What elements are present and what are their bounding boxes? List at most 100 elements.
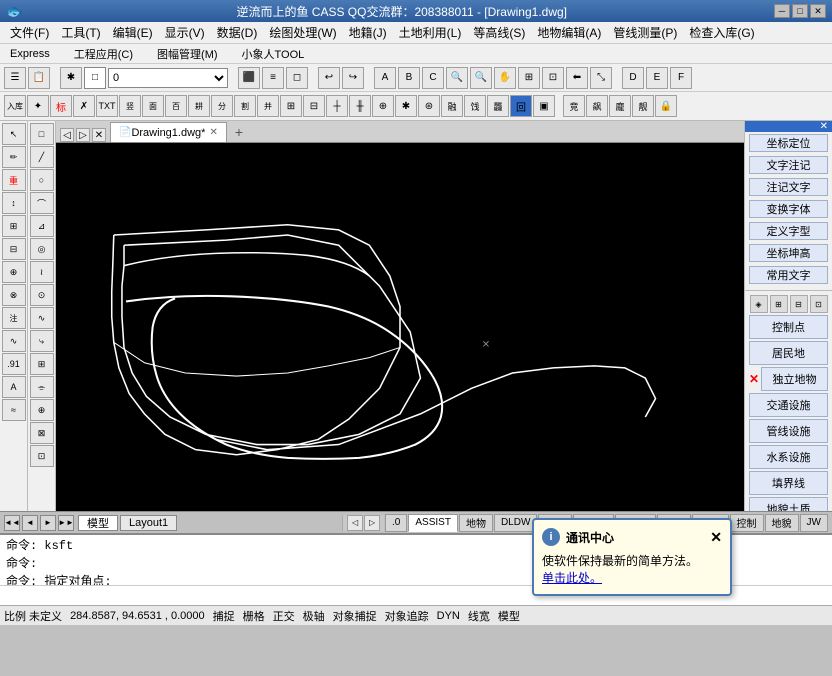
layer-select[interactable]: 0 xyxy=(108,68,228,88)
tb-btn-d[interactable]: D xyxy=(622,67,644,89)
tb2-btn-5[interactable]: 竖 xyxy=(119,95,141,117)
panel-btn2[interactable]: ▷ xyxy=(76,128,90,142)
minimize-button[interactable]: ─ xyxy=(774,4,790,18)
tb-btn-props[interactable]: 📋 xyxy=(28,67,50,89)
tb-btn-zoom-in[interactable]: 🔍 xyxy=(446,67,468,89)
tb2-btn-26[interactable]: 龐 xyxy=(609,95,631,117)
lt2-btn-15[interactable]: ⊡ xyxy=(30,445,54,467)
lt-btn-5[interactable]: ⊞ xyxy=(2,215,26,237)
notif-close-button[interactable]: ✕ xyxy=(710,530,722,544)
lt2-btn-11[interactable]: ⊞ xyxy=(30,353,54,375)
express-item-tool[interactable]: 小象人TOOL xyxy=(236,44,311,64)
rp-btn-change-font[interactable]: 变换字体 xyxy=(749,200,828,218)
rp-btn-pipeline[interactable]: 管线设施 xyxy=(749,419,828,443)
lt-btn-3[interactable]: 重 xyxy=(2,169,26,191)
rp-icon-1[interactable]: ◈ xyxy=(750,295,768,313)
tb2-btn-14[interactable]: ┼ xyxy=(326,95,348,117)
add-tab-button[interactable]: + xyxy=(229,122,249,142)
tb2-btn-16[interactable]: ⊕ xyxy=(372,95,394,117)
right-panel-close[interactable]: ✕ xyxy=(820,121,828,132)
tb2-btn-25[interactable]: 飙 xyxy=(586,95,608,117)
tool-tab-jw[interactable]: JW xyxy=(800,514,828,532)
panel-btn3[interactable]: ✕ xyxy=(92,128,106,142)
nav-next[interactable]: ► xyxy=(40,515,56,531)
tb-btn-3[interactable]: ◻ xyxy=(286,67,308,89)
rp-icon-2[interactable]: ⊞ xyxy=(770,295,788,313)
lt-btn-6[interactable]: ⊟ xyxy=(2,238,26,260)
bottom-nav-2[interactable]: ▷ xyxy=(364,515,380,531)
tb-btn-pan[interactable]: ✋ xyxy=(494,67,516,89)
lt-btn-13[interactable]: ≈ xyxy=(2,399,26,421)
status-osnap[interactable]: 对象捕捉 xyxy=(333,608,377,624)
tb2-btn-21[interactable]: 龘 xyxy=(487,95,509,117)
tool-tab-assist[interactable]: ASSIST xyxy=(408,514,458,532)
lt-btn-10[interactable]: ∿ xyxy=(2,330,26,352)
rp-btn-coord-height[interactable]: 坐标坤高 xyxy=(749,244,828,262)
rp-btn-traffic[interactable]: 交通设施 xyxy=(749,393,828,417)
tb-btn-zoom-dyn[interactable]: ⤡ xyxy=(590,67,612,89)
rp-btn-control[interactable]: 控制点 xyxy=(749,315,828,339)
tb2-btn-4[interactable]: ✗ xyxy=(73,95,95,117)
express-item-m[interactable]: 图幅管理(M) xyxy=(151,44,224,64)
lt-btn-7[interactable]: ⊕ xyxy=(2,261,26,283)
lt2-btn-7[interactable]: ≀ xyxy=(30,261,54,283)
tool-tab-dldw[interactable]: DLDW xyxy=(494,514,537,532)
close-button[interactable]: ✕ xyxy=(810,4,826,18)
rp-btn-resident[interactable]: 居民地 xyxy=(749,341,828,365)
nav-prev[interactable]: ◄ xyxy=(22,515,38,531)
tb2-btn-txt[interactable]: TXT xyxy=(96,95,118,117)
lt-btn-8[interactable]: ⊗ xyxy=(2,284,26,306)
bottom-nav-1[interactable]: ◁ xyxy=(347,515,363,531)
status-snap[interactable]: 捕捉 xyxy=(213,608,235,624)
menu-item-g[interactable]: 检查入库(G) xyxy=(683,22,760,43)
tb2-btn-23[interactable]: ▣ xyxy=(533,95,555,117)
menu-item-w[interactable]: 绘图处理(W) xyxy=(263,22,342,43)
tb-btn-c[interactable]: C xyxy=(422,67,444,89)
tb-btn-2[interactable]: ≡ xyxy=(262,67,284,89)
tb2-btn-15[interactable]: ╫ xyxy=(349,95,371,117)
nav-last[interactable]: ►► xyxy=(58,515,74,531)
lt-btn-1[interactable]: ↖ xyxy=(2,123,26,145)
rp-btn-independent[interactable]: 独立地物 xyxy=(761,367,828,391)
status-grid[interactable]: 栅格 xyxy=(243,608,265,624)
rp-icon-4[interactable]: ⊡ xyxy=(810,295,828,313)
status-polar[interactable]: 极轴 xyxy=(303,608,325,624)
express-item-c[interactable]: 工程应用(C) xyxy=(68,44,139,64)
rp-btn-boundary[interactable]: 填界线 xyxy=(749,471,828,495)
lt2-btn-5[interactable]: ⊿ xyxy=(30,215,54,237)
menu-item-l[interactable]: 土地利用(L) xyxy=(393,22,468,43)
menu-item-f[interactable]: 文件(F) xyxy=(4,22,55,43)
lt-btn-2[interactable]: ✏ xyxy=(2,146,26,168)
tb-btn-e[interactable]: E xyxy=(646,67,668,89)
tb2-btn-8[interactable]: 耕 xyxy=(188,95,210,117)
status-ortho[interactable]: 正交 xyxy=(273,608,295,624)
rp-btn-text-note[interactable]: 文字注记 xyxy=(749,156,828,174)
status-dyn[interactable]: DYN xyxy=(437,610,460,622)
tb2-btn-3[interactable]: 标 xyxy=(50,95,72,117)
tb2-btn-7[interactable]: 百 xyxy=(165,95,187,117)
tb-btn-1[interactable]: ⬛ xyxy=(238,67,260,89)
tb2-btn-22[interactable]: 回 xyxy=(510,95,532,117)
tool-tab-4[interactable]: 控制 xyxy=(730,514,764,532)
rp-btn-note-text[interactable]: 注记文字 xyxy=(749,178,828,196)
tb2-btn-10[interactable]: 割 xyxy=(234,95,256,117)
lt-btn-4[interactable]: ↕ xyxy=(2,192,26,214)
tb-btn-f[interactable]: F xyxy=(670,67,692,89)
lt2-btn-1[interactable]: □ xyxy=(30,123,54,145)
tb2-btn-9[interactable]: 分 xyxy=(211,95,233,117)
tb2-btn-1[interactable]: 入库 xyxy=(4,95,26,117)
nav-first[interactable]: ◄◄ xyxy=(4,515,20,531)
tool-tab-5[interactable]: 地貌 xyxy=(765,514,799,532)
lt2-btn-9[interactable]: ∿ xyxy=(30,307,54,329)
tb2-btn-19[interactable]: 融 xyxy=(441,95,463,117)
drawing-tab[interactable]: 📄 Drawing1.dwg* ✕ xyxy=(110,122,227,142)
tb2-btn-11[interactable]: 并 xyxy=(257,95,279,117)
tool-tab-1[interactable]: 地物 xyxy=(459,514,493,532)
rp-btn-water[interactable]: 水系设施 xyxy=(749,445,828,469)
menu-item-s[interactable]: 等高线(S) xyxy=(467,22,531,43)
tb2-btn-20[interactable]: 饯 xyxy=(464,95,486,117)
tb-btn-color[interactable]: □ xyxy=(84,67,106,89)
layout1-tab[interactable]: Layout1 xyxy=(120,515,177,531)
menu-item-t[interactable]: 工具(T) xyxy=(55,22,106,43)
lt2-btn-8[interactable]: ⊙ xyxy=(30,284,54,306)
